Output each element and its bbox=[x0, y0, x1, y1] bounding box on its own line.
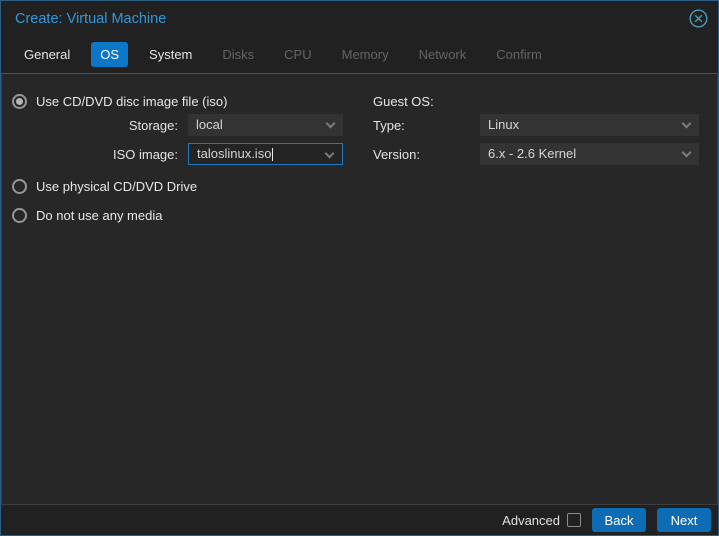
tab-system[interactable]: System bbox=[140, 42, 201, 67]
os-version-label: Version: bbox=[373, 146, 420, 162]
iso-image-value: taloslinux.iso bbox=[197, 146, 272, 161]
radio-icon[interactable] bbox=[12, 93, 27, 109]
text-caret bbox=[272, 148, 274, 162]
storage-value: local bbox=[196, 117, 223, 132]
radio-icon[interactable] bbox=[12, 178, 27, 194]
dialog-title: Create: Virtual Machine bbox=[15, 10, 167, 27]
os-version-select[interactable]: 6.x - 2.6 Kernel bbox=[480, 143, 699, 165]
radio-label: Do not use any media bbox=[36, 207, 163, 223]
dialog-footer: Advanced Back Next bbox=[1, 504, 718, 535]
tab-cpu: CPU bbox=[284, 47, 312, 62]
advanced-label: Advanced bbox=[502, 512, 560, 528]
storage-row: Storage: local bbox=[12, 114, 362, 136]
close-icon[interactable] bbox=[688, 9, 708, 29]
advanced-toggle[interactable]: Advanced bbox=[502, 513, 581, 528]
os-version-value: 6.x - 2.6 Kernel bbox=[488, 146, 577, 161]
advanced-checkbox[interactable] bbox=[567, 513, 581, 527]
next-button[interactable]: Next bbox=[657, 508, 711, 532]
tab-general[interactable]: General bbox=[15, 42, 79, 67]
storage-label: Storage: bbox=[128, 117, 178, 133]
chevron-down-icon[interactable] bbox=[681, 118, 692, 129]
chevron-down-icon[interactable] bbox=[325, 118, 336, 129]
wizard-tabbar: General OS System Disks CPU Memory Netwo… bbox=[1, 36, 718, 73]
os-tab-panel: Use CD/DVD disc image file (iso) Storage… bbox=[1, 73, 718, 504]
os-version-row: Version: 6.x - 2.6 Kernel bbox=[373, 143, 717, 165]
radio-row-use-physical[interactable]: Use physical CD/DVD Drive bbox=[12, 173, 362, 199]
radio-label: Use physical CD/DVD Drive bbox=[36, 178, 198, 194]
tab-confirm: Confirm bbox=[496, 47, 542, 62]
os-type-value: Linux bbox=[488, 117, 520, 132]
tab-disks: Disks bbox=[222, 47, 255, 62]
create-vm-dialog: Create: Virtual Machine General OS Syste… bbox=[0, 0, 719, 536]
tab-memory: Memory bbox=[341, 47, 389, 62]
dialog-titlebar: Create: Virtual Machine bbox=[1, 1, 718, 36]
tab-network: Network bbox=[418, 47, 467, 62]
chevron-down-icon[interactable] bbox=[324, 148, 335, 159]
chevron-down-icon[interactable] bbox=[681, 147, 692, 158]
os-type-label: Type: bbox=[373, 117, 405, 133]
radio-row-no-media[interactable]: Do not use any media bbox=[12, 202, 362, 228]
os-type-select[interactable]: Linux bbox=[480, 114, 699, 136]
os-type-row: Type: Linux bbox=[373, 114, 717, 136]
tab-os[interactable]: OS bbox=[91, 42, 129, 67]
media-column: Use CD/DVD disc image file (iso) Storage… bbox=[2, 88, 362, 504]
iso-image-row: ISO image: taloslinux.iso bbox=[12, 143, 362, 165]
iso-image-label: ISO image: bbox=[112, 146, 178, 162]
guest-os-column: Guest OS: Type: Linux Version: 6.x - 2.6… bbox=[362, 88, 717, 504]
radio-row-use-iso[interactable]: Use CD/DVD disc image file (iso) bbox=[12, 88, 362, 114]
radio-label: Use CD/DVD disc image file (iso) bbox=[36, 93, 228, 109]
radio-icon[interactable] bbox=[12, 207, 27, 223]
guest-os-heading: Guest OS: bbox=[373, 93, 434, 109]
storage-select[interactable]: local bbox=[188, 114, 343, 136]
iso-image-combobox[interactable]: taloslinux.iso bbox=[188, 143, 343, 165]
back-button[interactable]: Back bbox=[592, 508, 646, 532]
